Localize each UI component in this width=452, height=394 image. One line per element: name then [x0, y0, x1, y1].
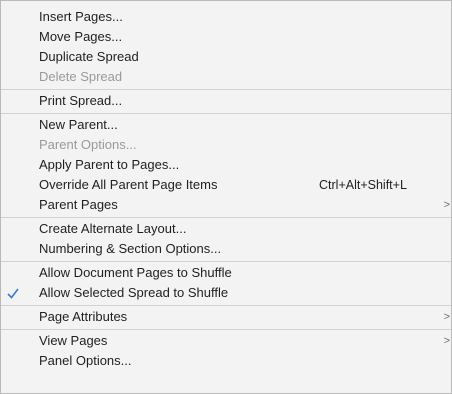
menu-item-label: Apply Parent to Pages...: [39, 157, 180, 172]
menu-group: Create Alternate Layout... Numbering & Se…: [1, 218, 451, 262]
menu-item-panel-options[interactable]: Panel Options...: [1, 351, 451, 371]
menu-item-label: Allow Document Pages to Shuffle: [39, 265, 232, 280]
chevron-right-icon: >: [443, 335, 450, 347]
menu-item-view-pages[interactable]: View Pages >: [1, 331, 451, 351]
menu-group: Page Attributes >: [1, 306, 451, 330]
menu-group: Print Spread...: [1, 90, 451, 114]
menu-item-apply-parent-to-pages[interactable]: Apply Parent to Pages...: [1, 155, 451, 175]
menu-item-label: Move Pages...: [39, 29, 123, 44]
menu-item-override-all-parent-page-items[interactable]: Override All Parent Page Items Ctrl+Alt+S…: [1, 175, 451, 195]
menu-body: Insert Pages... Move Pages... Duplicate Sp…: [1, 1, 451, 373]
menu-item-label: New Parent...: [39, 117, 118, 132]
menu-group: View Pages > Panel Options...: [1, 330, 451, 373]
menu-item-move-pages[interactable]: Move Pages...: [1, 27, 451, 47]
keyboard-shortcut: Ctrl+Alt+Shift+L: [319, 178, 407, 192]
menu-item-label: View Pages: [39, 333, 108, 348]
menu-item-new-parent[interactable]: New Parent...: [1, 115, 451, 135]
menu-item-label: Create Alternate Layout...: [39, 221, 187, 236]
menu-item-label: Page Attributes: [39, 309, 128, 324]
menu-item-page-attributes[interactable]: Page Attributes >: [1, 307, 451, 327]
menu-item-label: Panel Options...: [39, 353, 132, 368]
chevron-right-icon: >: [443, 311, 450, 323]
menu-item-duplicate-spread[interactable]: Duplicate Spread: [1, 47, 451, 67]
menu-item-allow-selected-spread-to-shuffle[interactable]: Allow Selected Spread to Shuffle: [1, 283, 451, 303]
menu-item-print-spread[interactable]: Print Spread...: [1, 91, 451, 111]
checkmark-icon: [7, 288, 19, 299]
menu-item-numbering-and-section-options[interactable]: Numbering & Section Options...: [1, 239, 451, 259]
menu-item-insert-pages[interactable]: Insert Pages...: [1, 7, 451, 27]
menu-item-delete-spread: Delete Spread: [1, 67, 451, 87]
menu-item-label: Insert Pages...: [39, 9, 123, 24]
pages-panel-menu: Insert Pages... Move Pages... Duplicate Sp…: [0, 0, 452, 394]
menu-item-allow-document-pages-to-shuffle[interactable]: Allow Document Pages to Shuffle: [1, 263, 451, 283]
menu-item-label: Parent Options...: [39, 137, 137, 152]
menu-item-label: Duplicate Spread: [39, 49, 139, 64]
menu-item-parent-options: Parent Options...: [1, 135, 451, 155]
menu-item-label: Override All Parent Page Items: [39, 177, 218, 192]
menu-group: Allow Document Pages to Shuffle Allow Sel…: [1, 262, 451, 306]
menu-item-label: Delete Spread: [39, 69, 123, 84]
chevron-right-icon: >: [443, 199, 450, 211]
menu-item-label: Parent Pages: [39, 197, 118, 212]
menu-item-label: Numbering & Section Options...: [39, 241, 222, 256]
menu-group: New Parent... Parent Options... Apply Pare…: [1, 114, 451, 218]
menu-item-create-alternate-layout[interactable]: Create Alternate Layout...: [1, 219, 451, 239]
menu-item-parent-pages[interactable]: Parent Pages >: [1, 195, 451, 215]
menu-group: Insert Pages... Move Pages... Duplicate Sp…: [1, 1, 451, 90]
menu-item-label: Print Spread...: [39, 93, 123, 108]
menu-item-label: Allow Selected Spread to Shuffle: [39, 285, 229, 300]
